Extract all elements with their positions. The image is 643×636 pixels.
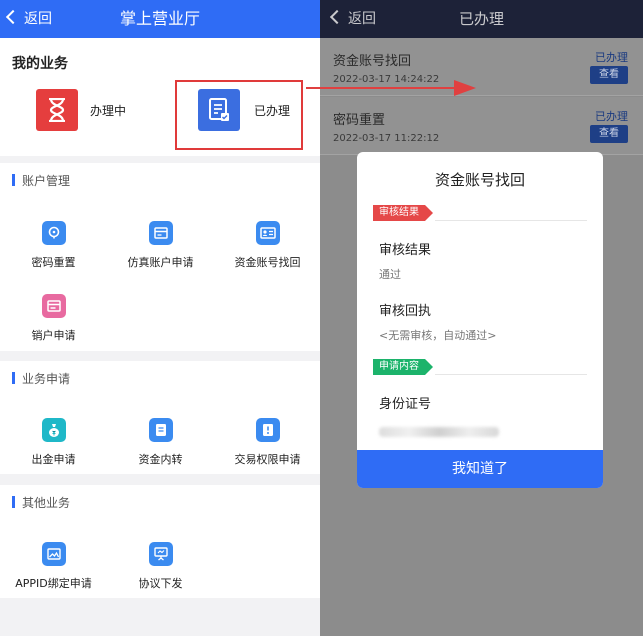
lock-icon [41,221,66,245]
list-item[interactable]: 资金账号找回 2022-03-17 14:24:22 已办理 查看 [320,38,643,96]
item-label: 密码重置 [31,256,76,269]
item-title: 密码重置 [333,113,386,128]
transfer-icon [148,418,173,442]
content-section-tag: 申请内容 [373,359,433,375]
password-reset-item[interactable]: 密码重置 [0,221,107,270]
hourglass-icon [36,89,78,131]
item-label: 销户申请 [31,329,76,342]
dialog-title: 资金账号找回 [434,171,525,189]
section-title: 业务申请 [22,372,71,386]
view-button[interactable]: 查看 [590,66,628,84]
page-title: 掌上营业厅 [119,9,200,28]
divider [435,374,587,375]
section-title: 账户管理 [22,174,71,188]
trading-permission-item[interactable]: 交易权限申请 [214,418,320,467]
fund-transfer-item[interactable]: 资金内转 [107,418,214,467]
top-nav-bar: 返回 掌上营业厅 [0,0,320,38]
receipt-value: <无需审核，自动通过> [379,329,497,342]
account-management-section: 账户管理 密码重置 仿真账户申请 资金账号找回 销户申请 [0,163,320,351]
other-business-section: 其他业务 APPID绑定申请 协议下发 [0,485,320,598]
permission-icon [255,418,280,442]
status-badge: 已办理 [595,110,628,123]
view-button[interactable]: 查看 [590,125,628,143]
section-marker [12,174,15,186]
section-header: 其他业务 [0,485,320,521]
account-recovery-item[interactable]: 资金账号找回 [214,221,320,270]
item-label: 协议下发 [138,577,183,590]
acknowledge-button[interactable]: 我知道了 [357,450,603,488]
id-number-label: 身份证号 [379,397,432,412]
item-label: 仿真账户申请 [127,256,194,269]
item-date: 2022-03-17 14:24:22 [333,74,440,85]
item-label: 出金申请 [31,453,76,466]
item-label: APPID绑定申请 [15,577,92,590]
section-marker [12,372,15,384]
review-result-value: 通过 [379,268,401,281]
in-progress-label: 办理中 [90,103,127,118]
item-date: 2022-03-17 11:22:12 [333,133,440,144]
review-result-label: 审核结果 [379,243,432,258]
simulation-account-item[interactable]: 仿真账户申请 [107,221,214,270]
status-badge: 已办理 [595,51,628,64]
close-account-item[interactable]: 销户申请 [0,294,107,343]
id-card-icon [255,221,280,245]
completed-list-screen: 返回 已办理 资金账号找回 2022-03-17 14:24:22 已办理 查看… [320,0,643,636]
app-main-screen: 返回 掌上营业厅 我的业务 办理中 已办理 账户管理 密码重置 仿真账户申请 资… [0,0,320,636]
section-title: 其他业务 [22,496,71,510]
highlight-box [175,80,303,150]
receipt-label: 审核回执 [379,304,432,319]
detail-dialog: 资金账号找回 审核结果 审核结果 通过 审核回执 <无需审核，自动通过> 申请内… [357,152,603,488]
money-bag-icon [41,418,66,442]
card-icon [148,221,173,245]
item-title: 资金账号找回 [333,54,412,69]
section-marker [12,496,15,508]
presentation-icon [148,542,173,566]
item-label: 资金内转 [138,453,183,466]
section-header: 账户管理 [0,163,320,199]
section-header: 业务申请 [0,361,320,397]
item-label: 交易权限申请 [234,453,301,466]
item-label: 资金账号找回 [234,256,301,269]
id-number-redacted [379,427,499,437]
list-item[interactable]: 密码重置 2022-03-17 11:22:12 已办理 查看 [320,97,643,155]
page-title: 已办理 [458,10,504,28]
image-icon [41,542,66,566]
appid-binding-item[interactable]: APPID绑定申请 [0,542,107,591]
review-section-tag: 审核结果 [373,205,433,221]
business-application-section: 业务申请 出金申请 资金内转 交易权限申请 [0,361,320,474]
top-nav-bar: 返回 已办理 [320,0,643,38]
withdrawal-item[interactable]: 出金申请 [0,418,107,467]
in-progress-button[interactable]: 办理中 [36,89,127,131]
account-icon [41,294,66,318]
my-business-label: 我的业务 [12,56,68,72]
agreement-delivery-item[interactable]: 协议下发 [107,542,214,591]
divider [435,220,587,221]
